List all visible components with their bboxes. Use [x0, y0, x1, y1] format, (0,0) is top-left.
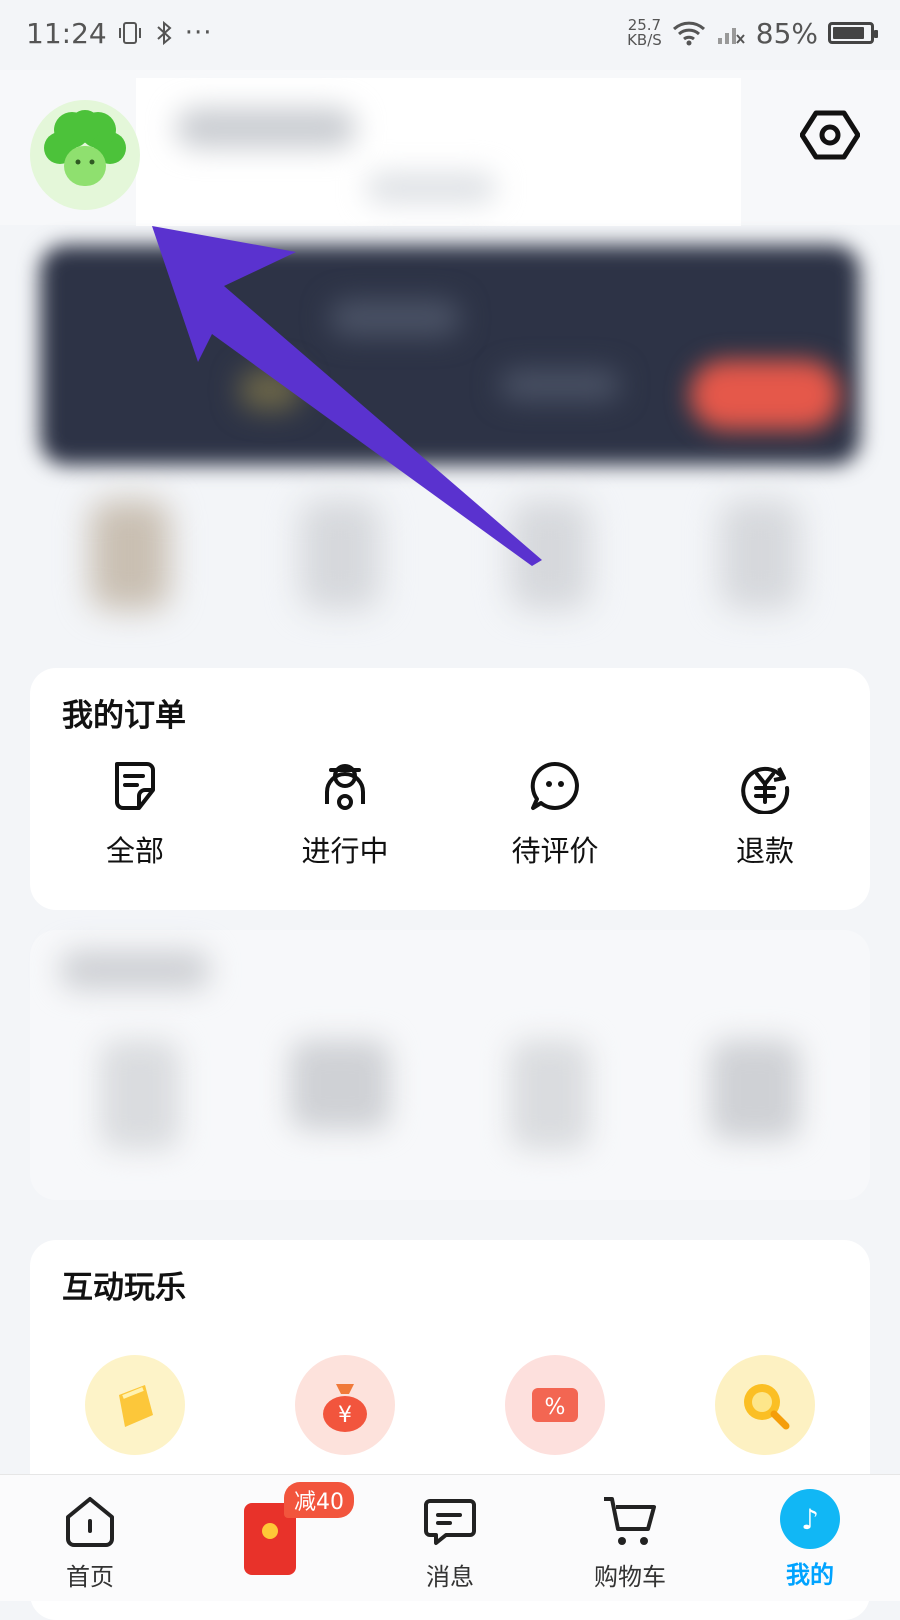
quick-entry-blurred[interactable] — [90, 500, 170, 610]
my-orders-card: 我的订单 全部 进行中 待评价 退款 — [30, 668, 870, 910]
status-bar-left: 11:24 ··· — [26, 17, 213, 50]
blurred-section — [30, 930, 870, 1200]
wifi-icon — [672, 21, 705, 46]
order-refund-label: 退款 — [735, 834, 794, 868]
battery-fill — [833, 27, 864, 39]
quick-entry-blurred[interactable] — [300, 500, 380, 610]
fun-item-search[interactable] — [660, 1355, 870, 1455]
tab-cart-label: 购物车 — [594, 1563, 666, 1591]
home-icon — [66, 1497, 114, 1547]
fun-item-coin[interactable] — [30, 1355, 240, 1455]
blurred-user-detail — [366, 173, 496, 203]
blurred-item[interactable] — [510, 1040, 590, 1150]
yuan-refund-icon — [741, 766, 790, 814]
fun-item-discount[interactable]: % — [450, 1355, 660, 1455]
blurred-item[interactable] — [710, 1040, 800, 1140]
settings-icon[interactable] — [800, 105, 860, 165]
order-shortcuts: 全部 进行中 待评价 退款 — [30, 758, 870, 870]
chat-bubble-icon — [530, 761, 579, 810]
blurred-card-title — [330, 300, 460, 336]
svg-text:%: % — [545, 1395, 566, 1420]
status-time: 11:24 — [26, 16, 107, 50]
order-to-review-button[interactable]: 待评价 — [450, 758, 660, 870]
fun-item-money-bag[interactable]: ¥ — [240, 1355, 450, 1455]
battery-percent: 85% — [755, 16, 818, 50]
order-all-label: 全部 — [105, 834, 164, 868]
avatar-character-icon — [44, 110, 126, 186]
order-refund-button[interactable]: 退款 — [660, 758, 870, 870]
tab-cart[interactable]: 购物车 — [540, 1475, 720, 1601]
profile-info-blurred[interactable] — [136, 78, 741, 226]
me-icon: ♪ — [780, 1489, 840, 1549]
quick-entries-blurred — [0, 490, 900, 640]
tab-home[interactable]: 首页 — [0, 1475, 180, 1601]
money-bag-icon: ¥ — [295, 1355, 395, 1455]
status-bar-right: 25.7 KB/S 85% — [627, 16, 878, 50]
order-to-review-label: 待评价 — [511, 834, 599, 868]
order-in-progress-label: 进行中 — [301, 834, 389, 868]
blurred-item[interactable] — [100, 1040, 180, 1150]
blurred-card-icon — [240, 370, 300, 410]
yellow-coin-icon — [85, 1355, 185, 1455]
blurred-username — [176, 108, 356, 148]
net-speed: 25.7 KB/S — [627, 18, 662, 48]
status-bar: 11:24 ··· 25.7 KB/S 85% — [0, 0, 900, 66]
blurred-card-text — [500, 370, 620, 400]
vibrate-icon — [118, 22, 141, 44]
bottom-tab-bar: 首页 减40 消息 购物车 ♪ 我的 — [0, 1474, 900, 1601]
net-speed-unit: KB/S — [627, 31, 662, 49]
blurred-section-title — [60, 950, 210, 990]
order-in-progress-button[interactable]: 进行中 — [240, 758, 450, 870]
quick-entry-blurred[interactable] — [510, 500, 590, 610]
scooter-rider-icon — [325, 764, 365, 810]
more-notifications-icon: ··· — [184, 18, 213, 48]
blurred-item[interactable] — [290, 1040, 390, 1130]
my-orders-title: 我的订单 — [62, 698, 186, 734]
tab-me[interactable]: ♪ 我的 — [720, 1475, 900, 1601]
membership-action-button-blurred[interactable] — [690, 360, 840, 430]
magnifier-icon — [715, 1355, 815, 1455]
document-icon — [115, 762, 155, 810]
discount-badge: 减40 — [284, 1482, 354, 1518]
battery-icon — [828, 22, 878, 44]
interactive-fun-title: 互动玩乐 — [62, 1270, 186, 1306]
signal-off-icon — [717, 28, 745, 44]
order-all-button[interactable]: 全部 — [30, 758, 240, 870]
tab-messages-label: 消息 — [426, 1563, 474, 1591]
bluetooth-icon — [157, 20, 172, 46]
quick-entry-blurred[interactable] — [720, 500, 800, 610]
svg-text:¥: ¥ — [338, 1403, 352, 1428]
discount-ticket-icon: % — [505, 1355, 605, 1455]
cart-icon — [604, 1497, 656, 1545]
fun-shortcuts: ¥ % — [30, 1355, 870, 1455]
tab-me-label: 我的 — [786, 1561, 834, 1589]
tab-red-packet[interactable]: 减40 — [180, 1475, 360, 1601]
tab-messages[interactable]: 消息 — [360, 1475, 540, 1601]
tab-home-label: 首页 — [66, 1563, 114, 1591]
message-icon — [424, 1499, 476, 1545]
avatar[interactable] — [30, 100, 140, 210]
membership-card-blurred[interactable] — [40, 245, 860, 465]
